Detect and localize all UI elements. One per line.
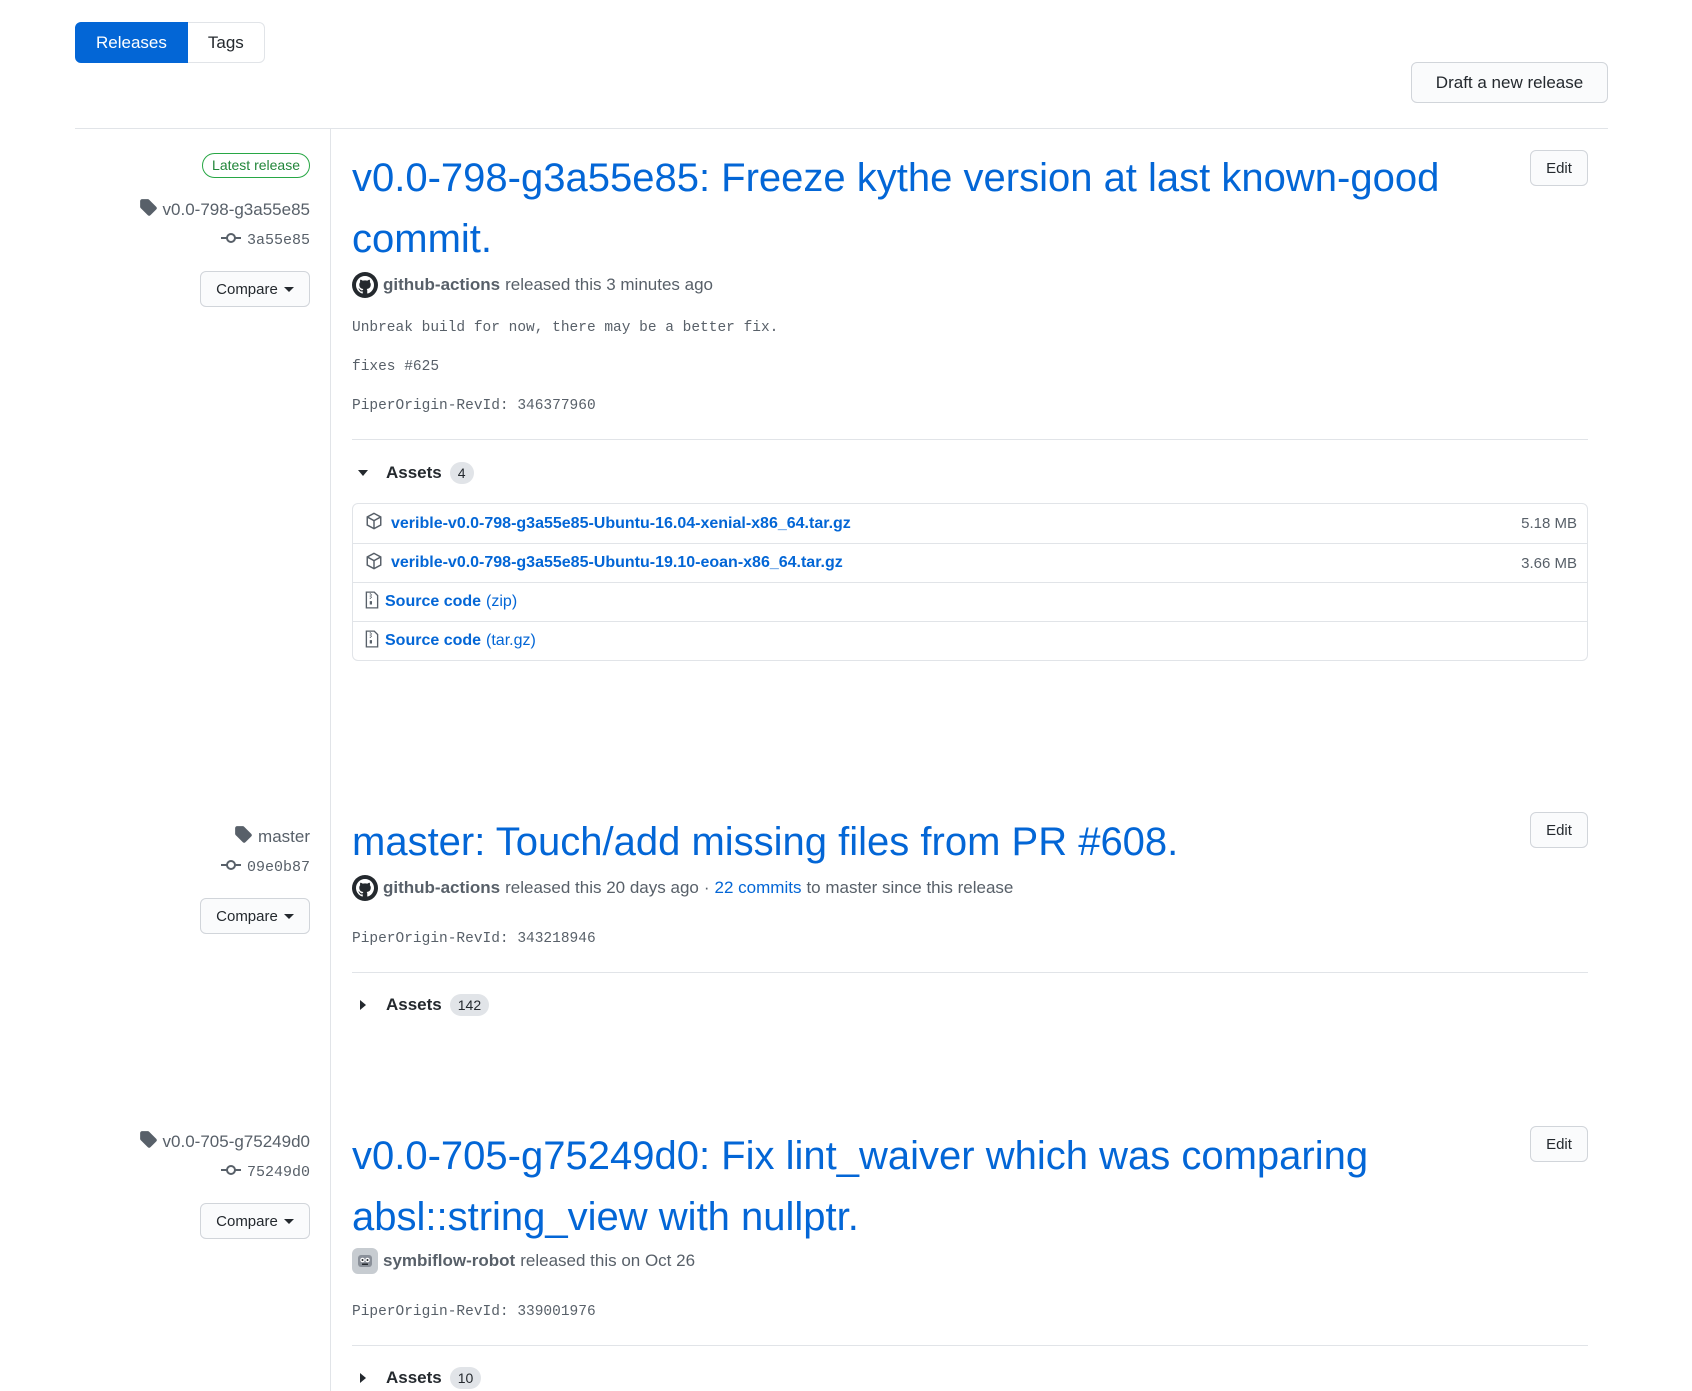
file-zip-icon — [365, 629, 379, 653]
compare-label: Compare — [216, 907, 278, 925]
release-note-line: PiperOrigin-RevId: 343218946 — [352, 931, 596, 947]
release-item: Edit v0.0-798-g3a55e85: Freeze kythe ver… — [352, 150, 1588, 661]
asset-link[interactable]: verible-v0.0-798-g3a55e85-Ubuntu-16.04-x… — [391, 515, 851, 533]
asset-row[interactable]: Source code (tar.gz) — [353, 621, 1587, 660]
package-icon — [365, 512, 383, 535]
release-notes: Unbreak build for now, there may be a be… — [352, 320, 1588, 414]
compare-label: Compare — [216, 1212, 278, 1230]
release-meta: Latest release v0.0-798-g3a55e85 3a55e85… — [139, 153, 310, 307]
release-author-link[interactable]: github-actions — [383, 275, 500, 295]
asset-row[interactable]: verible-v0.0-798-g3a55e85-Ubuntu-16.04-x… — [353, 504, 1587, 543]
release-commit-link[interactable]: 3a55e85 — [247, 232, 310, 249]
assets-divider — [352, 972, 1588, 973]
assets-toggle[interactable]: Assets 142 — [352, 994, 1588, 1016]
package-icon — [365, 552, 383, 575]
release-tag-link[interactable]: master — [258, 827, 310, 847]
edit-release-button[interactable]: Edit — [1530, 1126, 1588, 1162]
tag-icon — [139, 198, 157, 221]
release-note-line: PiperOrigin-RevId: 346377960 — [352, 398, 596, 414]
releases-tags-nav: Releases Tags — [75, 22, 265, 63]
assets-label: Assets — [386, 463, 442, 482]
header-divider — [75, 128, 1608, 129]
compare-button[interactable]: Compare — [200, 1203, 310, 1239]
latest-release-badge: Latest release — [202, 153, 310, 178]
timeline-divider — [330, 129, 331, 1391]
release-meta: v0.0-705-g75249d0 75249d0 Compare — [139, 1130, 310, 1239]
release-author-link[interactable]: github-actions — [383, 878, 500, 898]
chevron-down-icon — [283, 1218, 294, 1224]
release-meta: master 09e0b87 Compare — [200, 825, 310, 934]
assets-count-badge: 10 — [449, 1367, 482, 1389]
release-time: released this 20 days ago — [505, 878, 699, 897]
assets-list: verible-v0.0-798-g3a55e85-Ubuntu-16.04-x… — [352, 503, 1588, 661]
release-item: Edit v0.0-705-g75249d0: Fix lint_waiver … — [352, 1126, 1588, 1389]
source-targz-link[interactable]: Source code — [385, 632, 481, 650]
edit-release-button[interactable]: Edit — [1530, 812, 1588, 848]
commits-since-link[interactable]: 22 commits — [715, 878, 802, 898]
asset-format: (zip) — [486, 593, 518, 610]
assets-label: Assets — [386, 995, 442, 1014]
triangle-down-icon — [358, 470, 368, 476]
asset-link[interactable]: verible-v0.0-798-g3a55e85-Ubuntu-19.10-e… — [391, 554, 843, 572]
file-zip-icon — [365, 590, 379, 614]
avatar[interactable] — [352, 875, 378, 901]
robot-icon — [358, 1255, 372, 1267]
release-note-line: fixes #625 — [352, 359, 440, 375]
release-item: Edit master: Touch/add missing files fro… — [352, 812, 1588, 1016]
release-title[interactable]: master: Touch/add missing files from PR … — [352, 812, 1492, 873]
release-byline: github-actions released this 3 minutes a… — [352, 272, 1588, 298]
release-byline: github-actions released this 20 days ago… — [352, 875, 1588, 901]
release-note-line: Unbreak build for now, there may be a be… — [352, 320, 779, 336]
avatar[interactable] — [352, 272, 378, 298]
compare-label: Compare — [216, 280, 278, 298]
draft-new-release-button[interactable]: Draft a new release — [1411, 62, 1608, 103]
compare-button[interactable]: Compare — [200, 271, 310, 307]
release-notes: PiperOrigin-RevId: 343218946 — [352, 931, 1588, 947]
release-tag-link[interactable]: v0.0-705-g75249d0 — [163, 1132, 310, 1152]
release-title[interactable]: v0.0-705-g75249d0: Fix lint_waiver which… — [352, 1126, 1492, 1248]
assets-label: Assets — [386, 1368, 442, 1387]
triangle-right-icon — [360, 1000, 366, 1010]
assets-toggle[interactable]: Assets 4 — [352, 462, 1588, 484]
github-mark-icon — [356, 879, 374, 897]
git-commit-icon — [220, 858, 241, 876]
assets-count-badge: 4 — [449, 462, 474, 484]
tag-icon — [139, 1130, 157, 1153]
tab-tags[interactable]: Tags — [187, 22, 265, 63]
assets-count-badge: 142 — [449, 994, 490, 1016]
avatar[interactable] — [352, 1248, 378, 1274]
assets-divider — [352, 439, 1588, 440]
release-byline: symbiflow-robot released this on Oct 26 — [352, 1248, 1588, 1274]
release-title[interactable]: v0.0-798-g3a55e85: Freeze kythe version … — [352, 148, 1492, 270]
release-commit-link[interactable]: 09e0b87 — [247, 859, 310, 876]
edit-release-button[interactable]: Edit — [1530, 150, 1588, 186]
assets-toggle[interactable]: Assets 10 — [352, 1367, 1588, 1389]
source-zip-link[interactable]: Source code — [385, 593, 481, 611]
release-notes: PiperOrigin-RevId: 339001976 — [352, 1304, 1588, 1320]
release-time: released this 3 minutes ago — [505, 275, 714, 294]
release-author-link[interactable]: symbiflow-robot — [383, 1251, 515, 1271]
chevron-down-icon — [283, 286, 294, 292]
assets-divider — [352, 1345, 1588, 1346]
git-commit-icon — [220, 1163, 241, 1181]
tab-releases[interactable]: Releases — [75, 22, 188, 63]
asset-row[interactable]: Source code (zip) — [353, 582, 1587, 621]
releases-page: Releases Tags Draft a new release Latest… — [0, 0, 1692, 1391]
separator: · — [703, 878, 710, 897]
git-commit-icon — [220, 231, 241, 249]
release-tag-link[interactable]: v0.0-798-g3a55e85 — [163, 200, 310, 220]
release-time: released this on Oct 26 — [520, 1251, 696, 1270]
release-note-line: PiperOrigin-RevId: 339001976 — [352, 1304, 596, 1320]
triangle-right-icon — [360, 1373, 366, 1383]
asset-size: 3.66 MB — [1521, 554, 1577, 572]
release-commit-link[interactable]: 75249d0 — [247, 1164, 310, 1181]
github-mark-icon — [356, 276, 374, 294]
asset-format: (tar.gz) — [486, 632, 536, 649]
asset-row[interactable]: verible-v0.0-798-g3a55e85-Ubuntu-19.10-e… — [353, 543, 1587, 582]
tag-icon — [234, 825, 252, 848]
asset-size: 5.18 MB — [1521, 515, 1577, 532]
chevron-down-icon — [283, 913, 294, 919]
commits-since-text: to master since this release — [806, 878, 1014, 897]
compare-button[interactable]: Compare — [200, 898, 310, 934]
